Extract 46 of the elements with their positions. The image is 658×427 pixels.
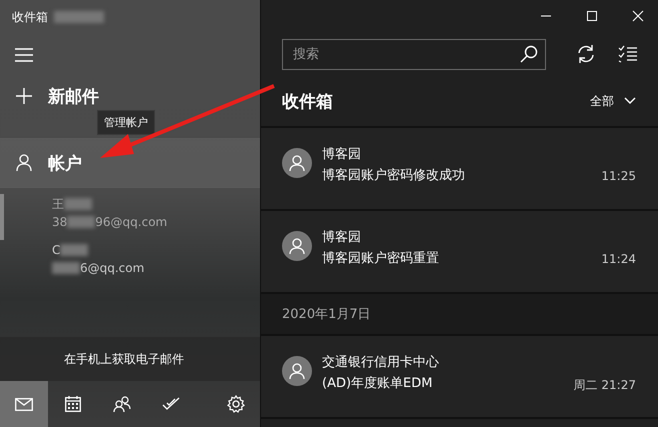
- message-subject: 博客园账户密码修改成功: [322, 167, 465, 184]
- message-subject: (AD)年度账单EDM: [322, 375, 432, 393]
- search-icon[interactable]: [520, 44, 538, 62]
- blurred-block: [64, 198, 92, 210]
- checkmark-icon: [162, 397, 180, 411]
- envelope-icon: [15, 398, 33, 410]
- maximize-icon[interactable]: [586, 10, 598, 22]
- filter-dropdown[interactable]: 全部: [590, 92, 636, 110]
- mail-tab[interactable]: [0, 381, 48, 427]
- blurred-block: [60, 244, 88, 256]
- account-name: 王: [52, 196, 64, 212]
- account-email: 38: [52, 215, 68, 229]
- folder-title: 收件箱: [282, 90, 333, 112]
- account-name: C: [52, 243, 60, 257]
- message-subject: 博客园账户密码重置: [322, 250, 439, 267]
- account-email: 6@qq.com: [80, 261, 144, 275]
- settings-icon: [227, 395, 245, 413]
- date-header: 2020年1月7日: [261, 294, 658, 336]
- window-title: 收件箱: [12, 8, 48, 26]
- sync-icon[interactable]: [576, 44, 596, 64]
- close-icon[interactable]: [632, 10, 644, 22]
- message-sender: 博客园: [322, 146, 362, 163]
- menu-icon[interactable]: [15, 48, 33, 62]
- person-icon: [16, 154, 32, 172]
- message-sender: 博客园: [322, 229, 362, 246]
- avatar-icon: [282, 356, 312, 386]
- account-item[interactable]: C 6@qq.com: [0, 240, 260, 286]
- blurred-block: [67, 216, 96, 228]
- blurred-block: [54, 11, 104, 23]
- checklist-icon[interactable]: [618, 45, 638, 63]
- account-email: 96@qq.com: [95, 215, 168, 229]
- message-time: 11:25: [601, 168, 636, 184]
- chevron-down-icon: [624, 97, 636, 105]
- avatar-icon: [282, 231, 312, 261]
- search-field[interactable]: 搜索: [282, 38, 546, 70]
- promo-banner[interactable]: 在手机上获取电子邮件: [0, 337, 260, 381]
- accounts-button[interactable]: 帐户: [0, 138, 260, 188]
- message-time: 11:24: [601, 251, 636, 267]
- plus-icon: [16, 88, 32, 104]
- blurred-block: [52, 262, 80, 274]
- message-time: 周二 21:27: [574, 377, 636, 394]
- tooltip: 管理帐户: [97, 110, 155, 135]
- avatar-icon: [282, 148, 312, 178]
- calendar-icon: [65, 396, 81, 412]
- people-icon: [113, 396, 131, 412]
- message-sender: 交通银行信用卡中心: [322, 354, 440, 371]
